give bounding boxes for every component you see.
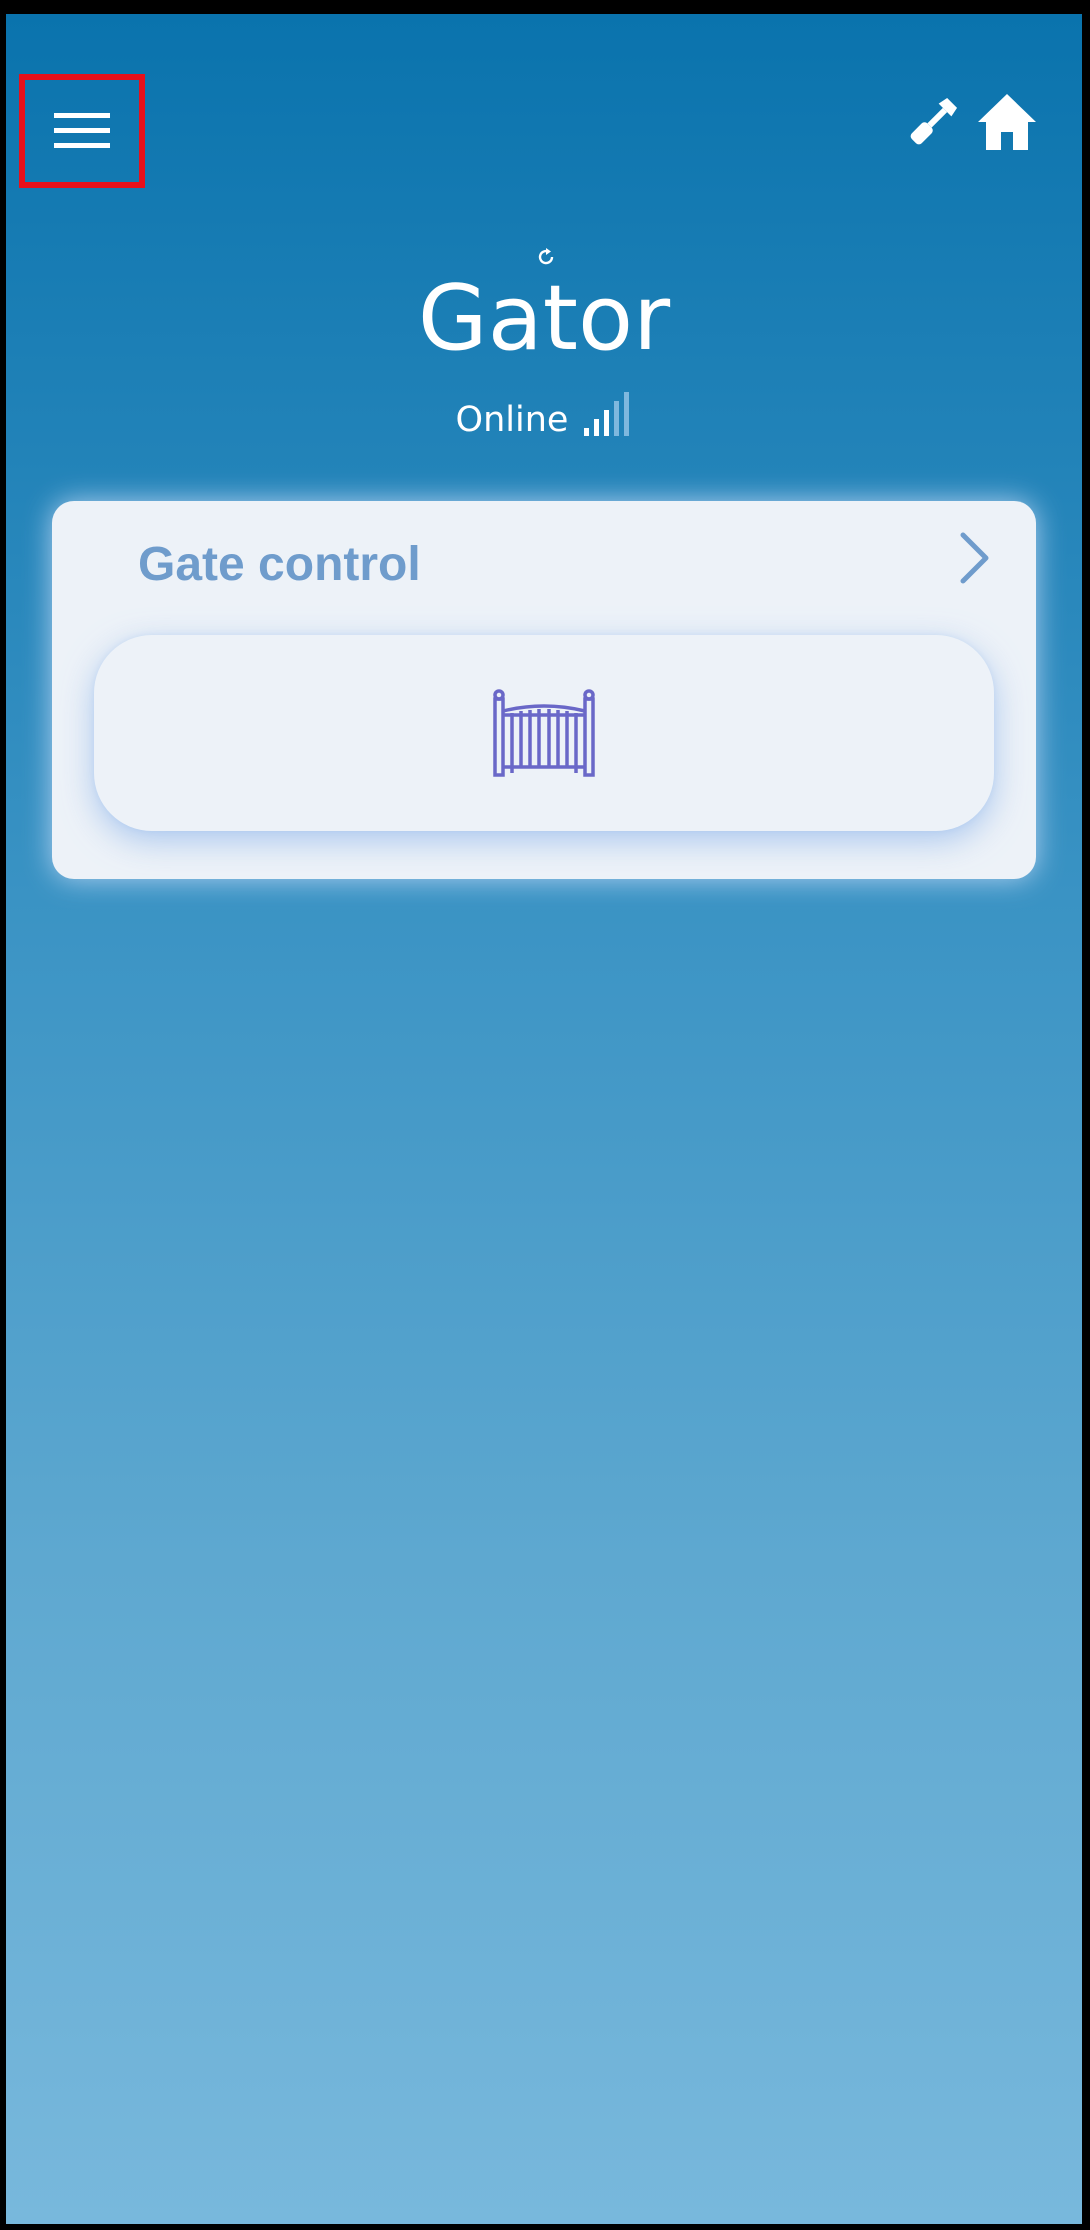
gate-control-header[interactable]: Gate control (52, 501, 1036, 619)
hamburger-menu-icon (54, 113, 110, 148)
signal-bar (594, 419, 600, 436)
device-name: Gator (417, 266, 671, 371)
device-status: Online (6, 392, 1082, 442)
chevron-right-icon[interactable] (958, 531, 992, 585)
gate-control-card: Gate control (52, 501, 1036, 879)
home-icon[interactable] (976, 92, 1038, 152)
wrench-icon[interactable] (904, 93, 962, 151)
signal-bar (614, 401, 620, 436)
refresh-icon[interactable] (535, 246, 557, 268)
gate-icon (493, 689, 595, 777)
header-actions (904, 92, 1038, 152)
status-text: Online (455, 400, 569, 440)
app-screen: Gator Online Gate control (6, 14, 1082, 2224)
gate-toggle-button[interactable] (94, 635, 994, 831)
signal-bar (604, 410, 610, 436)
phone-frame: Gator Online Gate control (0, 0, 1090, 2230)
card-title: Gate control (138, 538, 421, 591)
signal-bar (584, 428, 590, 436)
menu-button[interactable] (19, 74, 145, 188)
signal-strength-icon (584, 392, 630, 436)
signal-bar (624, 392, 630, 436)
